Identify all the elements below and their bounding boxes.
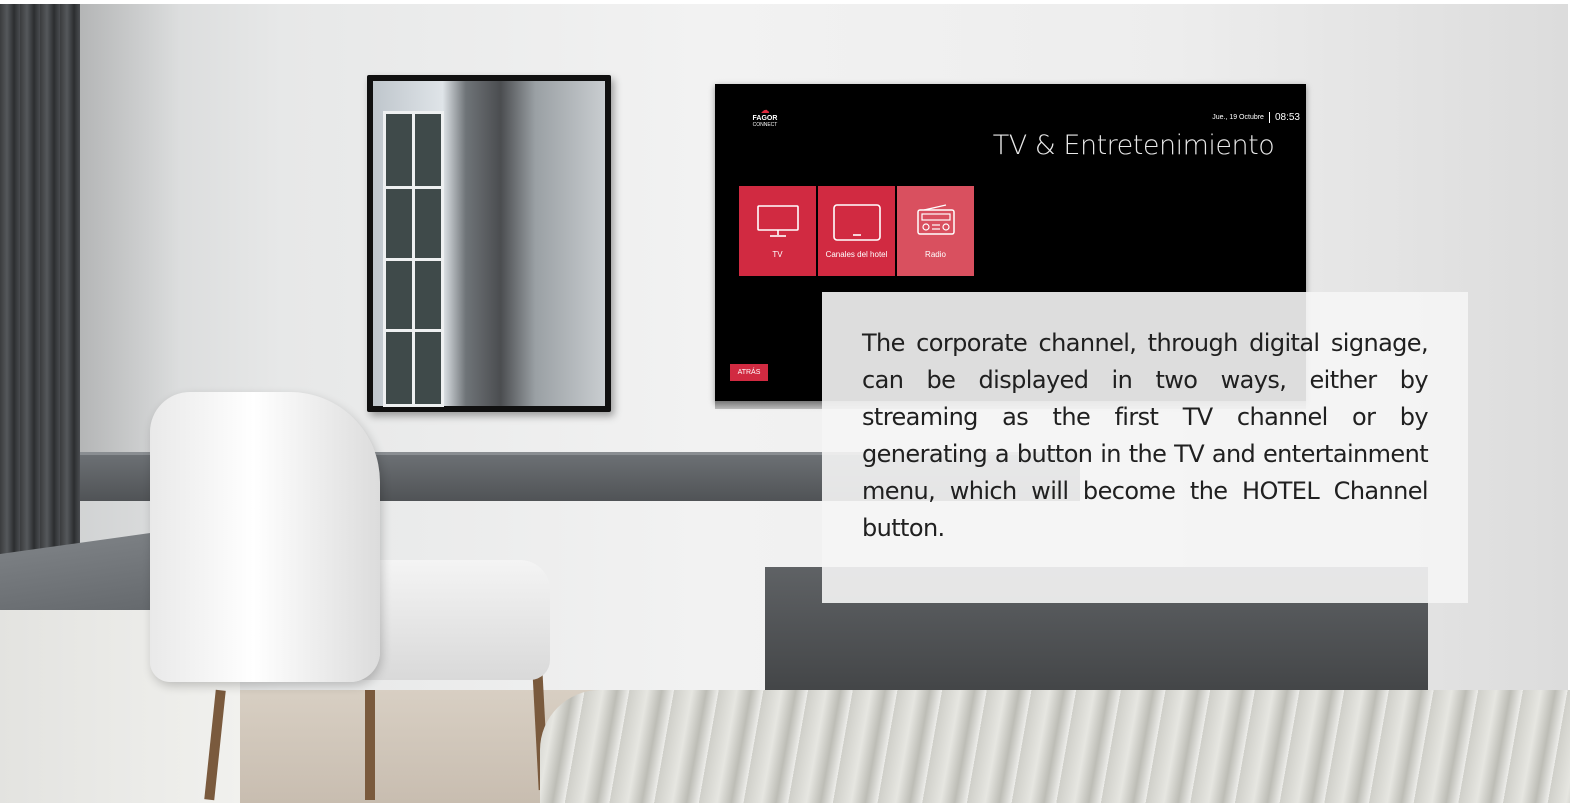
tv-screen-icon [818,204,895,241]
bed [540,690,1570,803]
tile-hotel-channels[interactable]: Canales del hotel [818,186,895,276]
cloud-icon: ☁ [760,105,770,115]
date-divider [1268,112,1270,123]
back-button[interactable]: ATRÁS [730,364,768,381]
curtain [0,4,80,579]
date-time: Jue., 19 Octubre 08:53 [1212,112,1300,123]
tile-label: Canales del hotel [825,250,888,259]
hotel-room-scene: ☁ FAGOR CONNECT Jue., 19 Octubre 08:53 T… [0,0,1588,803]
menu-tiles: TV Canales del hotel Radio [739,186,974,276]
logo-brand: FAGOR [752,115,778,122]
curtain-shadow [80,4,180,464]
chair-back [150,392,380,682]
mirror-window-reflection [383,111,444,407]
mirror-glass [373,81,605,407]
caption-text: The corporate channel, through digital s… [862,329,1429,542]
date-label: Jue., 19 Octubre [1212,114,1264,121]
tile-label: Radio [925,250,946,259]
time-label: 08:53 [1274,112,1300,123]
tile-label: TV [772,250,783,259]
wall-mirror [367,75,611,412]
tile-radio[interactable]: Radio [897,186,974,276]
monitor-icon [739,204,816,240]
fagor-connect-logo: ☁ FAGOR CONNECT [749,105,781,129]
radio-icon [897,204,974,240]
caption-panel: The corporate channel, through digital s… [822,292,1468,603]
tile-tv[interactable]: TV [739,186,816,276]
page-title: TV & Entretenimiento [992,130,1275,161]
logo-sub: CONNECT [752,122,778,128]
chair-leg [365,690,375,800]
